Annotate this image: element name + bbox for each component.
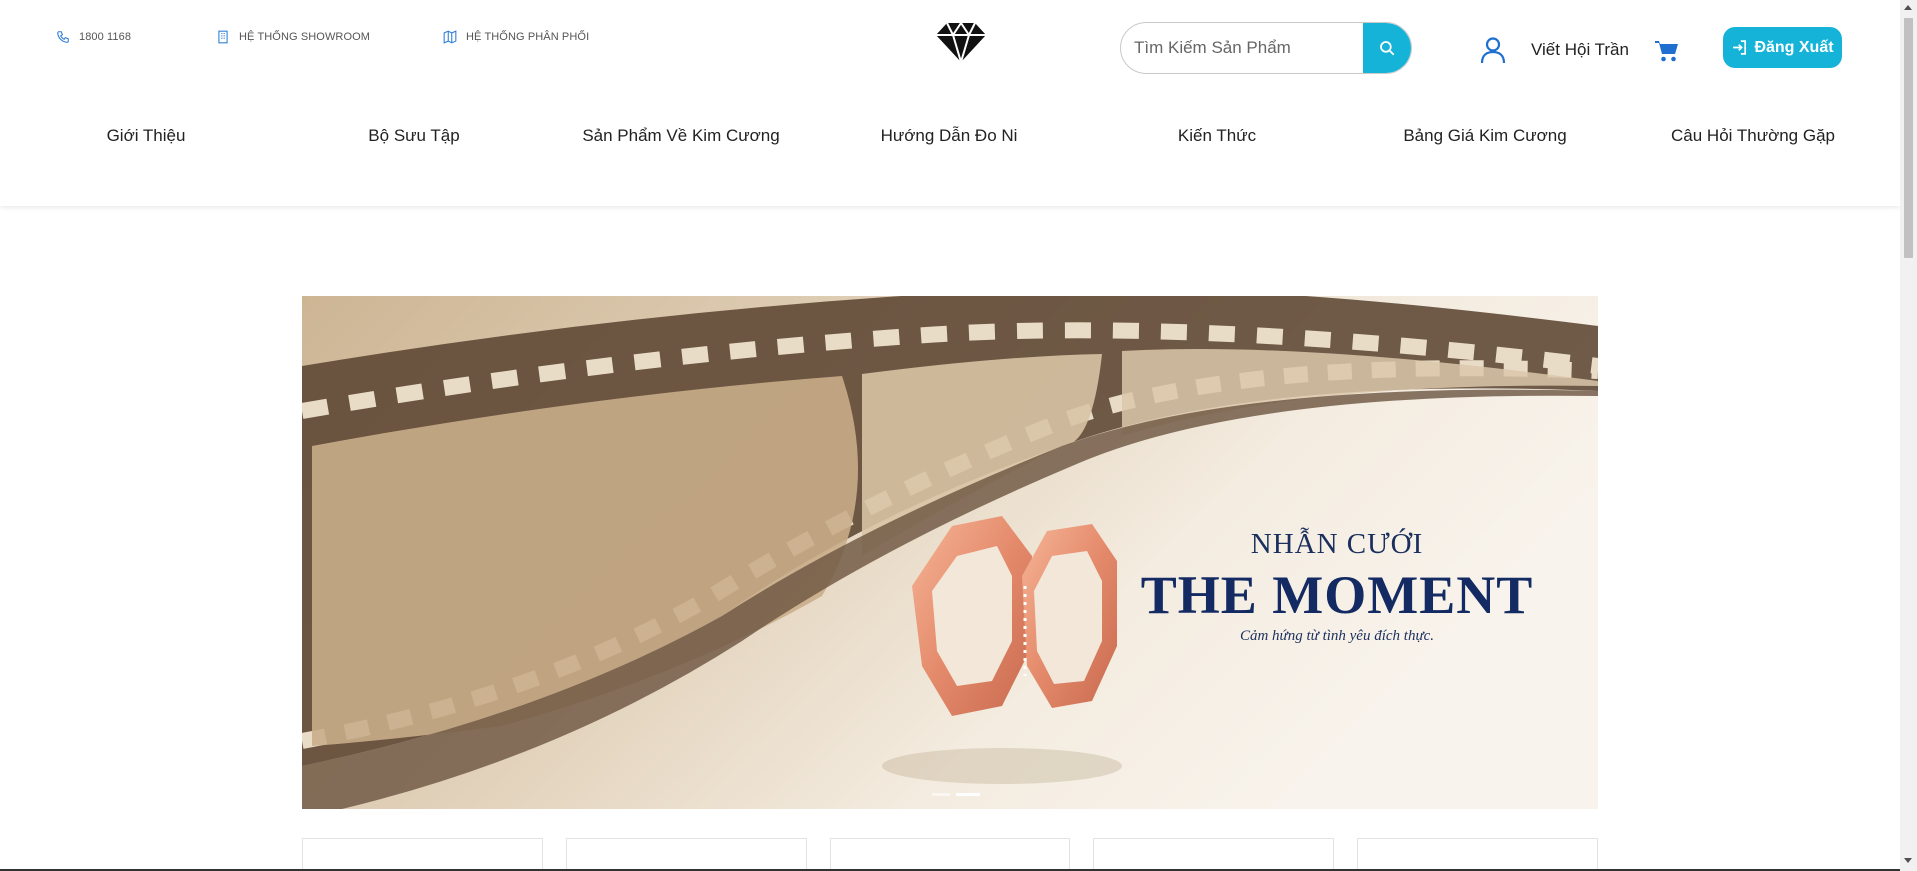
site-header: 1800 1168 HỆ THỐNG SHOWROOM HỆ THỐNG PHÂ… — [0, 0, 1900, 206]
main-nav: Giới Thiệu Bộ Sưu Tập Sản Phẩm Về Kim Cư… — [0, 126, 1900, 152]
diamond-logo[interactable] — [933, 20, 989, 66]
category-card[interactable] — [829, 838, 1071, 871]
showroom-link[interactable]: HỆ THỐNG SHOWROOM — [216, 30, 370, 44]
banner-pagination — [932, 793, 980, 796]
category-cards — [302, 838, 1598, 871]
search-icon — [1380, 41, 1395, 56]
hero-banner[interactable]: NHẪN CƯỚI THE MOMENT Cảm hứng từ tình yê… — [302, 296, 1598, 809]
pagination-dot-active[interactable] — [956, 793, 980, 796]
map-icon — [443, 30, 457, 44]
user-icon[interactable] — [1480, 36, 1506, 64]
logout-button[interactable]: Đăng Xuất — [1723, 27, 1842, 68]
scroll-down-arrow[interactable] — [1904, 858, 1912, 863]
category-card[interactable] — [565, 838, 807, 871]
phone-icon — [57, 31, 69, 43]
distribution-label: HỆ THỐNG PHÂN PHỐI — [466, 31, 590, 43]
nav-diamond-prices[interactable]: Bảng Giá Kim Cương — [1403, 126, 1566, 146]
cart-icon[interactable] — [1654, 39, 1680, 63]
category-card[interactable] — [1357, 838, 1598, 871]
logout-label: Đăng Xuất — [1754, 38, 1834, 56]
banner-title: THE MOMENT — [1140, 565, 1534, 625]
scroll-up-arrow[interactable] — [1904, 5, 1912, 10]
nav-knowledge[interactable]: Kiến Thức — [1178, 126, 1256, 146]
vertical-scrollbar[interactable] — [1900, 0, 1917, 871]
search-button[interactable] — [1363, 23, 1411, 73]
scroll-thumb[interactable] — [1904, 18, 1913, 258]
nav-faq[interactable]: Câu Hỏi Thường Gặp — [1671, 126, 1835, 146]
showroom-icon — [218, 30, 228, 44]
phone-number: 1800 1168 — [79, 31, 132, 43]
page: 1800 1168 HỆ THỐNG SHOWROOM HỆ THỐNG PHÂ… — [0, 0, 1917, 871]
category-card[interactable] — [302, 838, 543, 871]
logout-icon — [1733, 40, 1747, 55]
search-box — [1120, 22, 1412, 74]
nav-collections[interactable]: Bộ Sưu Tập — [368, 126, 459, 146]
search-input[interactable] — [1121, 23, 1363, 73]
nav-diamond-products[interactable]: Sản Phẩm Về Kim Cương — [582, 126, 779, 146]
nav-intro[interactable]: Giới Thiệu — [107, 126, 186, 146]
phone-link[interactable]: 1800 1168 — [56, 30, 131, 44]
showroom-label: HỆ THỐNG SHOWROOM — [239, 31, 371, 43]
category-card[interactable] — [1093, 838, 1335, 871]
banner-subtitle: NHẪN CƯỚI — [1250, 528, 1424, 560]
user-name[interactable]: Viết Hội Trần — [1531, 40, 1629, 60]
banner-tagline: Cảm hứng từ tình yêu đích thực. — [1239, 628, 1435, 644]
pagination-dot[interactable] — [932, 793, 950, 796]
distribution-link[interactable]: HỆ THỐNG PHÂN PHỐI — [443, 30, 589, 44]
nav-ring-size-guide[interactable]: Hướng Dẫn Đo Ni — [881, 126, 1018, 146]
